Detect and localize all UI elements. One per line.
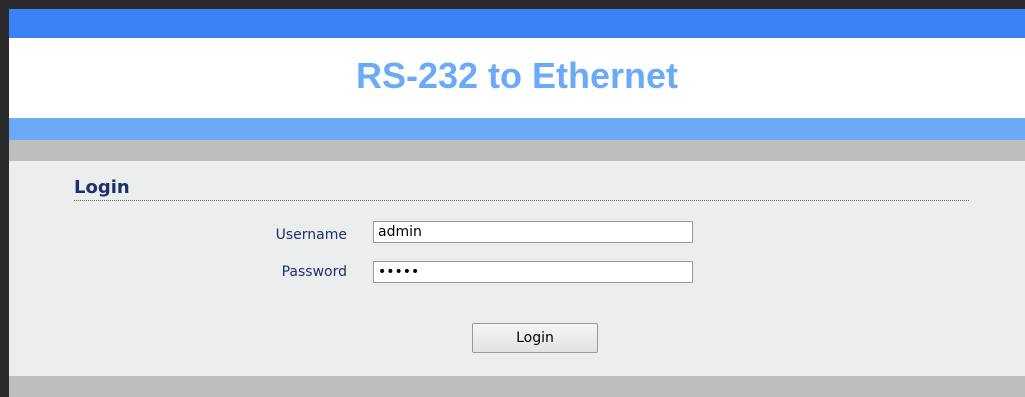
accent-bar (9, 118, 1025, 140)
login-button[interactable]: Login (472, 323, 598, 353)
password-input[interactable] (373, 261, 693, 283)
header: RS-232 to Ethernet (9, 38, 1025, 118)
section-divider (74, 200, 969, 201)
gray-separator-top (9, 140, 1025, 161)
password-label: Password (281, 264, 347, 280)
gray-separator-bottom (9, 376, 1025, 397)
page-title: RS-232 to Ethernet (355, 55, 679, 96)
top-blue-bar (9, 9, 1025, 38)
username-input[interactable] (373, 221, 693, 243)
login-section-title: Login (74, 177, 130, 198)
username-label: Username (275, 227, 347, 243)
login-page: RS-232 to Ethernet Login Username Passwo… (9, 9, 1025, 397)
